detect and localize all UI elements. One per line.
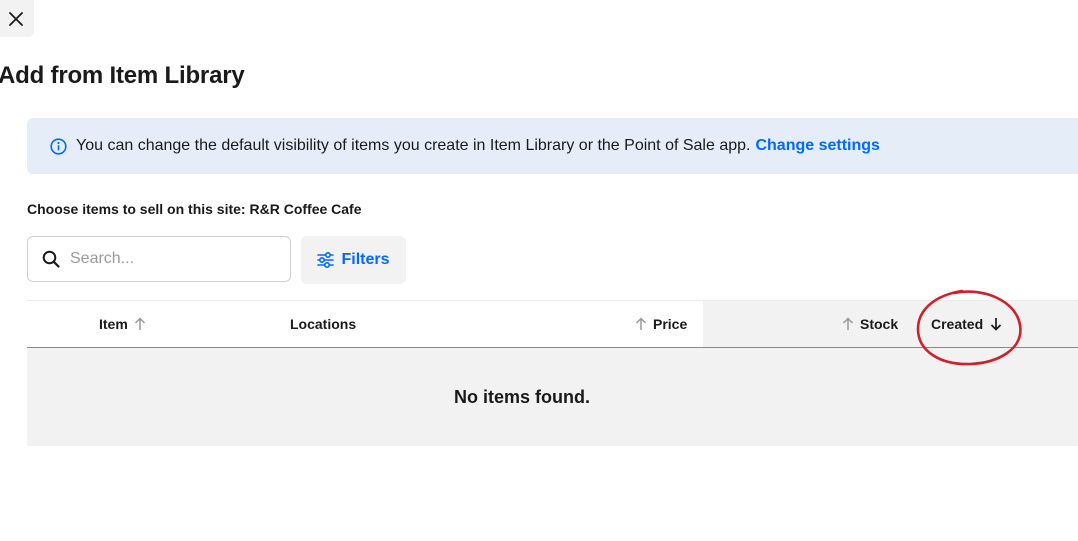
filters-button[interactable]: Filters	[301, 236, 406, 284]
dialog-title: Add from Item Library	[0, 62, 245, 89]
banner-text: You can change the default visibility of…	[76, 137, 751, 154]
table-header: Item Locations Price Stock Created	[27, 300, 1078, 348]
column-label-locations: Locations	[290, 316, 357, 332]
down-arrow-icon	[990, 317, 1002, 331]
close-button[interactable]	[0, 0, 34, 37]
search-input[interactable]	[68, 249, 272, 269]
column-label-item: Item	[99, 316, 128, 332]
empty-state: No items found.	[27, 348, 1078, 446]
filters-label: Filters	[341, 251, 390, 268]
column-label-price: Price	[653, 316, 688, 332]
close-icon	[9, 11, 23, 26]
up-arrow-icon	[635, 317, 647, 331]
column-header-locations[interactable]: Locations	[290, 301, 356, 347]
info-banner: You can change the default visibility of…	[27, 118, 1078, 174]
change-settings-link[interactable]: Change settings	[755, 137, 879, 155]
site-label: Choose items to sell on this site: R&R C…	[27, 201, 362, 217]
column-header-stock[interactable]: Stock	[842, 301, 898, 347]
column-header-created[interactable]: Created	[931, 301, 1002, 347]
column-label-stock: Stock	[860, 316, 899, 332]
column-header-item[interactable]: Item	[99, 301, 146, 347]
column-label-created: Created	[931, 316, 984, 332]
empty-message: No items found.	[454, 386, 590, 407]
up-arrow-icon	[134, 317, 146, 331]
filters-icon	[317, 252, 335, 268]
up-arrow-icon	[842, 317, 854, 331]
info-icon	[50, 137, 67, 155]
column-header-price[interactable]: Price	[635, 301, 687, 347]
items-table: Item Locations Price Stock Created No it…	[27, 300, 1078, 446]
search-field[interactable]	[27, 236, 291, 282]
search-icon	[42, 250, 60, 268]
